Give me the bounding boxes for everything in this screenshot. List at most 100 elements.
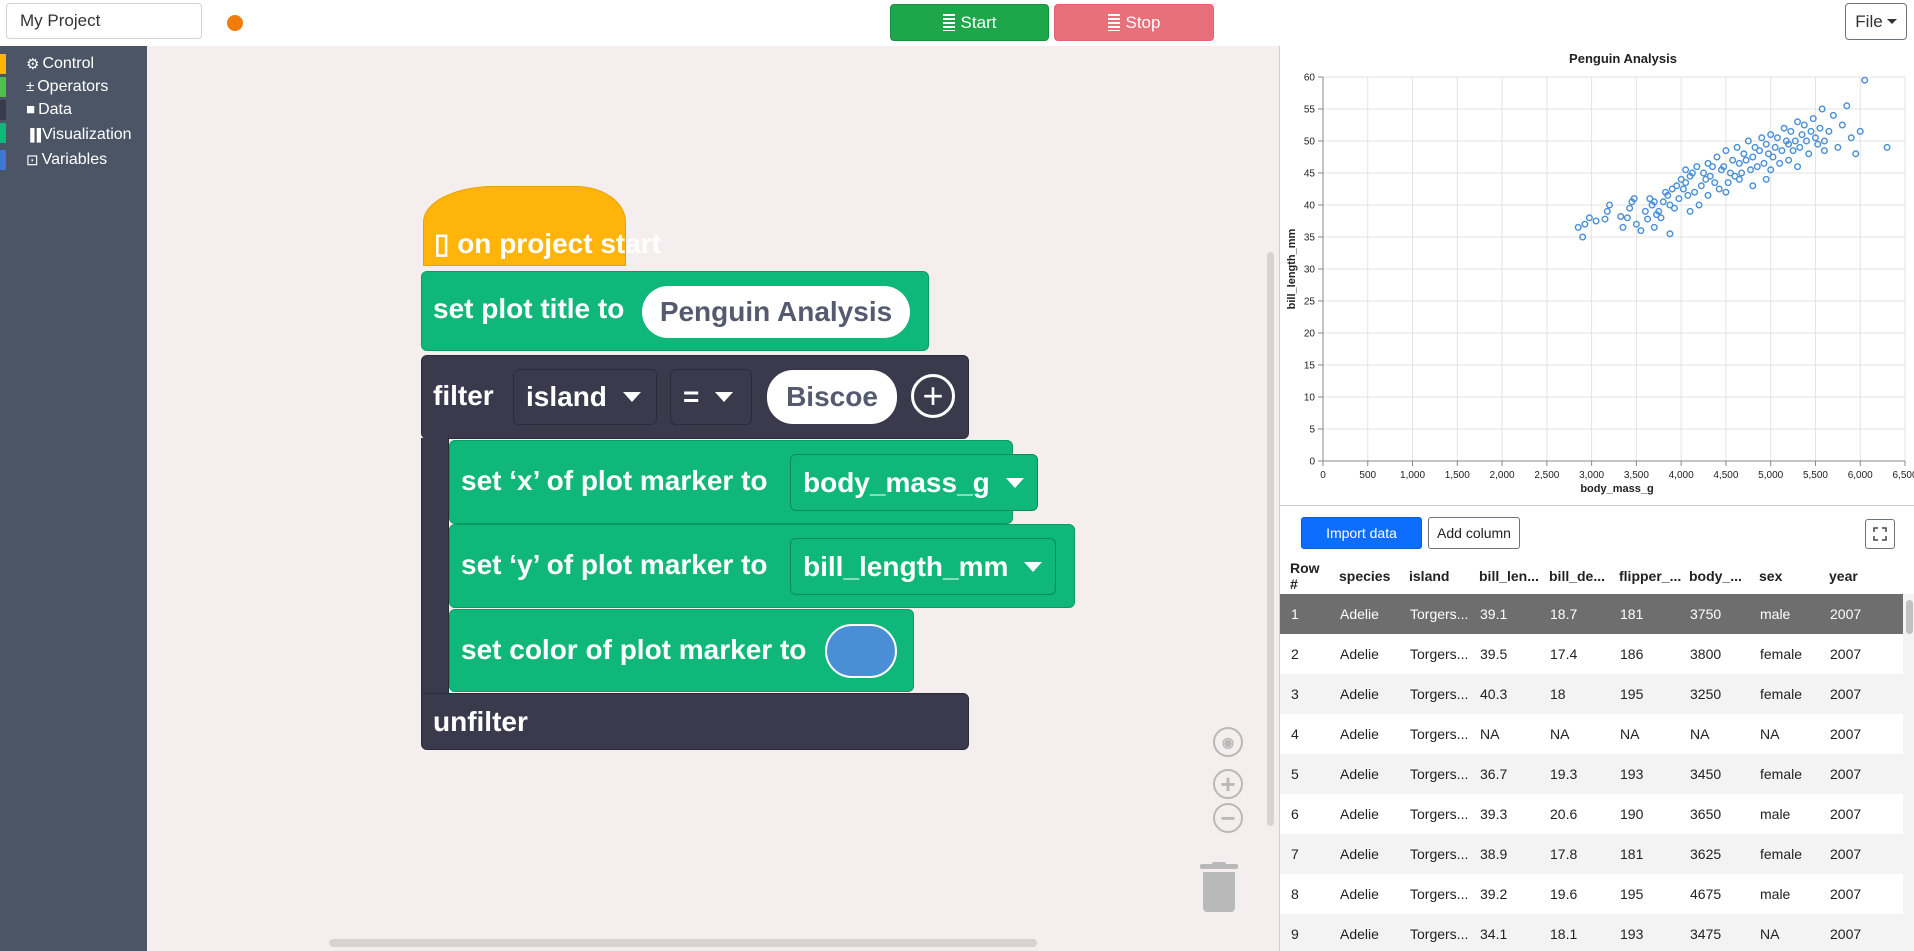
table-cell[interactable]: NA <box>1539 714 1609 754</box>
table-row[interactable]: 5 Adelie Torgers... 36.7 19.3 193 3450 female 20… <box>1280 754 1903 794</box>
set-y-marker-block[interactable]: set ‘y’ of plot marker to bill_length_mm <box>449 524 1075 608</box>
column-header[interactable]: species <box>1329 558 1399 594</box>
table-cell[interactable]: 195 <box>1609 674 1679 714</box>
panel-divider[interactable] <box>1280 505 1914 506</box>
table-cell[interactable]: 18.1 <box>1539 914 1609 951</box>
recenter-icon[interactable]: ◉ <box>1213 727 1243 757</box>
table-cell[interactable]: 38.9 <box>1469 834 1539 874</box>
table-row[interactable]: 8 Adelie Torgers... 39.2 19.6 195 4675 male 2007 <box>1280 874 1903 914</box>
table-cell[interactable]: 18.7 <box>1539 594 1609 634</box>
table-cell[interactable]: Torgers... <box>1399 914 1469 951</box>
category-control[interactable]: ⚙ Control <box>0 52 147 75</box>
table-cell[interactable]: female <box>1749 674 1819 714</box>
table-cell[interactable]: 18 <box>1539 674 1609 714</box>
table-cell[interactable]: 3 <box>1280 674 1329 714</box>
table-cell[interactable]: 3250 <box>1679 674 1749 714</box>
on-project-start-block[interactable]: ▯ on project start <box>423 186 661 266</box>
table-row[interactable]: 2 Adelie Torgers... 39.5 17.4 186 3800 female 20… <box>1280 634 1903 674</box>
table-cell[interactable]: 2007 <box>1819 794 1903 834</box>
table-cell[interactable]: 36.7 <box>1469 754 1539 794</box>
workspace-horizontal-scrollbar[interactable] <box>329 939 1037 947</box>
table-cell[interactable]: 1 <box>1280 594 1329 634</box>
table-cell[interactable]: 2007 <box>1819 714 1903 754</box>
table-cell[interactable]: Torgers... <box>1399 714 1469 754</box>
x-field-dropdown[interactable]: body_mass_g <box>790 454 1038 511</box>
table-cell[interactable]: 39.3 <box>1469 794 1539 834</box>
table-cell[interactable]: Torgers... <box>1399 674 1469 714</box>
zoom-in-icon[interactable]: + <box>1213 769 1243 799</box>
table-cell[interactable]: female <box>1749 634 1819 674</box>
y-field-dropdown[interactable]: bill_length_mm <box>790 538 1056 595</box>
category-operators[interactable]: ± Operators <box>0 75 147 98</box>
table-cell[interactable]: Torgers... <box>1399 834 1469 874</box>
table-cell[interactable]: NA <box>1679 714 1749 754</box>
table-cell[interactable]: 17.4 <box>1539 634 1609 674</box>
zoom-out-icon[interactable]: − <box>1213 803 1243 833</box>
table-row[interactable]: 6 Adelie Torgers... 39.3 20.6 190 3650 male 2007 <box>1280 794 1903 834</box>
category-variables[interactable]: ⊡ Variables <box>0 148 147 171</box>
column-header[interactable]: flipper_... <box>1609 558 1681 594</box>
import-data-button[interactable]: Import data <box>1301 517 1422 549</box>
table-cell[interactable]: Adelie <box>1329 754 1399 794</box>
column-header[interactable]: sex <box>1749 558 1819 594</box>
table-cell[interactable]: Adelie <box>1329 834 1399 874</box>
set-color-marker-block[interactable]: set color of plot marker to <box>449 609 914 692</box>
column-header[interactable]: year <box>1819 558 1903 594</box>
table-cell[interactable]: 8 <box>1280 874 1329 914</box>
table-scrollbar-thumb[interactable] <box>1906 600 1913 634</box>
table-row[interactable]: 3 Adelie Torgers... 40.3 18 195 3250 female 2007 <box>1280 674 1903 714</box>
block-workspace[interactable]: ▯ on project start set plot title to Pen… <box>147 46 1279 951</box>
column-header[interactable]: bill_de... <box>1539 558 1609 594</box>
table-scrollbar[interactable] <box>1903 594 1914 951</box>
column-header[interactable]: body_... <box>1679 558 1749 594</box>
table-cell[interactable]: 3650 <box>1679 794 1749 834</box>
table-cell[interactable]: 34.1 <box>1469 914 1539 951</box>
table-cell[interactable]: 2007 <box>1819 634 1903 674</box>
filter-operator-dropdown[interactable]: = <box>670 369 752 425</box>
table-cell[interactable]: NA <box>1609 714 1679 754</box>
stop-button[interactable]: Stop <box>1054 4 1214 41</box>
table-cell[interactable]: 17.8 <box>1539 834 1609 874</box>
table-cell[interactable]: Torgers... <box>1399 754 1469 794</box>
table-cell[interactable]: 3450 <box>1679 754 1749 794</box>
table-cell[interactable]: 6 <box>1280 794 1329 834</box>
table-cell[interactable]: male <box>1749 874 1819 914</box>
table-cell[interactable]: 3750 <box>1679 594 1749 634</box>
unfilter-block[interactable]: unfilter <box>421 693 969 750</box>
table-cell[interactable]: Adelie <box>1329 714 1399 754</box>
table-cell[interactable]: 2007 <box>1819 754 1903 794</box>
table-cell[interactable]: 2 <box>1280 634 1329 674</box>
table-cell[interactable]: Adelie <box>1329 674 1399 714</box>
table-cell[interactable]: male <box>1749 594 1819 634</box>
add-column-button[interactable]: Add column <box>1428 517 1520 549</box>
table-cell[interactable]: Torgers... <box>1399 794 1469 834</box>
table-cell[interactable]: 9 <box>1280 914 1329 951</box>
table-cell[interactable]: 19.6 <box>1539 874 1609 914</box>
set-plot-title-block[interactable]: set plot title to Penguin Analysis <box>421 271 929 351</box>
table-cell[interactable]: 2007 <box>1819 874 1903 914</box>
workspace-vertical-scrollbar[interactable] <box>1267 252 1274 826</box>
table-cell[interactable]: 190 <box>1609 794 1679 834</box>
table-cell[interactable]: 7 <box>1280 834 1329 874</box>
project-name-input[interactable] <box>6 3 202 39</box>
table-cell[interactable]: 2007 <box>1819 914 1903 951</box>
table-cell[interactable]: Adelie <box>1329 634 1399 674</box>
file-menu-button[interactable]: File <box>1845 3 1907 40</box>
table-cell[interactable]: 181 <box>1609 834 1679 874</box>
table-cell[interactable]: NA <box>1469 714 1539 754</box>
add-condition-icon[interactable]: + <box>911 374 955 418</box>
table-cell[interactable]: 3625 <box>1679 834 1749 874</box>
table-cell[interactable]: 39.5 <box>1469 634 1539 674</box>
trash-icon[interactable] <box>1200 862 1238 914</box>
table-cell[interactable]: Torgers... <box>1399 594 1469 634</box>
plot-title-input[interactable]: Penguin Analysis <box>642 286 910 338</box>
category-data[interactable]: ■ Data <box>0 98 147 121</box>
table-cell[interactable]: 4675 <box>1679 874 1749 914</box>
table-cell[interactable]: Torgers... <box>1399 634 1469 674</box>
table-row[interactable]: 9 Adelie Torgers... 34.1 18.1 193 3475 NA 2007 <box>1280 914 1903 951</box>
color-swatch-picker[interactable] <box>825 624 897 678</box>
table-cell[interactable]: 20.6 <box>1539 794 1609 834</box>
start-button[interactable]: Start <box>890 4 1049 41</box>
table-cell[interactable]: 181 <box>1609 594 1679 634</box>
table-cell[interactable]: 19.3 <box>1539 754 1609 794</box>
